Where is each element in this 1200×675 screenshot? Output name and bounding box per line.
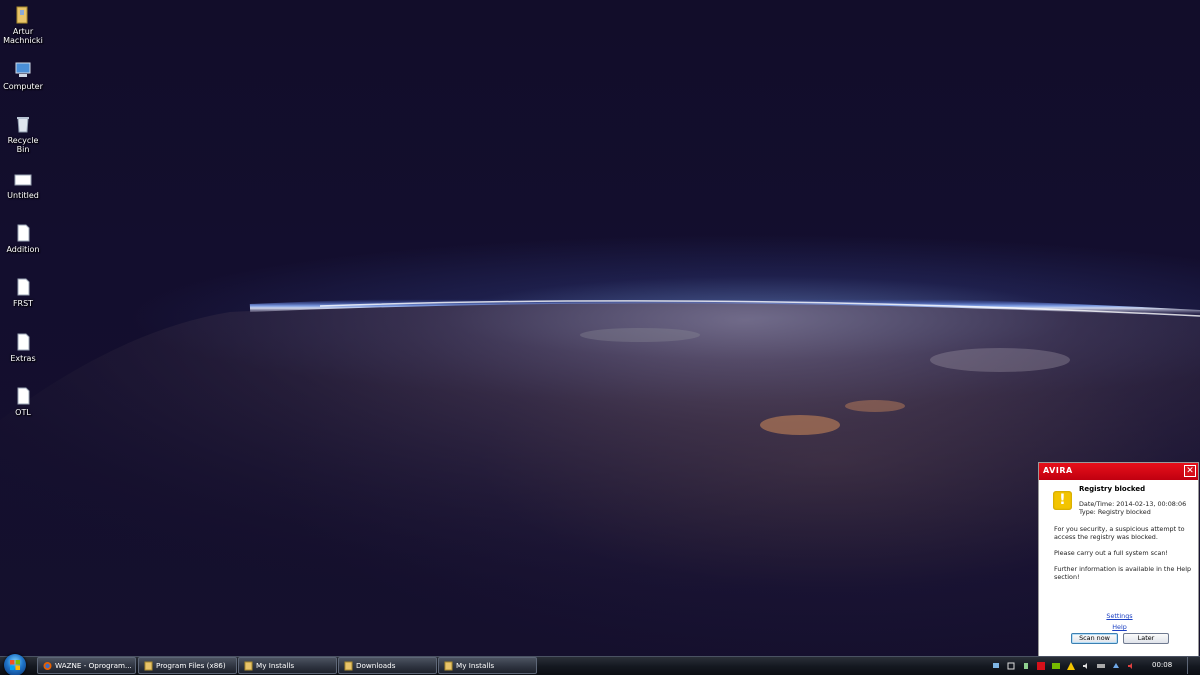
avira-logo: AVIRA	[1043, 466, 1073, 475]
notification-message: For you security, a suspicious attempt t…	[1054, 525, 1185, 541]
taskbar-item-my-installs-2[interactable]: My Installs	[438, 657, 537, 674]
clock[interactable]: 00:08	[1152, 661, 1172, 669]
desktop-icon-extras[interactable]: Extras	[0, 332, 46, 363]
show-desktop-button[interactable]	[1187, 657, 1200, 674]
mute-icon[interactable]	[1127, 662, 1135, 670]
text-file-icon	[17, 333, 30, 351]
action-center-icon[interactable]	[1007, 662, 1015, 670]
folder-icon	[244, 661, 253, 671]
desktop-icon-frst[interactable]: FRST	[0, 277, 46, 308]
volume-icon[interactable]	[1082, 662, 1090, 670]
windows-logo-icon	[10, 660, 20, 670]
desktop-icon-label: FRST	[12, 299, 34, 308]
desktop-icon-otl[interactable]: OTL	[0, 386, 46, 417]
text-file-icon	[17, 278, 30, 296]
notification-title: Registry blocked	[1079, 485, 1146, 493]
desktop-icon-computer[interactable]: Computer	[0, 60, 46, 91]
close-icon[interactable]: ✕	[1184, 465, 1196, 477]
network-icon[interactable]	[992, 662, 1000, 670]
notification-datetime: Date/Time: 2014-02-13, 00:08:06	[1079, 500, 1187, 508]
user-folder-icon	[16, 6, 28, 24]
text-file-icon	[17, 224, 30, 242]
notification-meta: Date/Time: 2014-02-13, 00:08:06 Type: Re…	[1079, 500, 1186, 516]
notification-help-text: Further information is available in the …	[1054, 565, 1192, 581]
later-button[interactable]: Later	[1123, 633, 1169, 644]
taskbar-item-label: My Installs	[256, 661, 295, 670]
firefox-icon	[43, 662, 52, 670]
earth-horizon-image	[0, 295, 1200, 675]
scan-now-button[interactable]: Scan now	[1071, 633, 1118, 644]
recycle-bin-icon	[17, 117, 29, 133]
taskbar-item-firefox[interactable]: WAZNE - Oprogram...	[37, 657, 136, 674]
language-icon[interactable]	[1097, 662, 1105, 670]
folder-icon	[344, 661, 353, 671]
avira-tray-icon[interactable]	[1037, 662, 1045, 670]
warning-tray-icon[interactable]	[1067, 662, 1075, 670]
taskbar-item-downloads[interactable]: Downloads	[338, 657, 437, 674]
nvidia-icon[interactable]	[1052, 662, 1060, 670]
folder-icon	[444, 661, 453, 671]
computer-icon	[15, 62, 31, 77]
notification-type: Type: Registry blocked	[1079, 508, 1151, 516]
taskbar-item-my-installs[interactable]: My Installs	[238, 657, 337, 674]
taskbar-item-label: Downloads	[356, 661, 396, 670]
taskbar-item-label: WAZNE - Oprogram...	[55, 661, 132, 670]
avira-header: AVIRA ✕	[1039, 463, 1198, 480]
help-link[interactable]: Help	[1039, 623, 1200, 631]
desktop-icon-label: Artur Machnicki	[3, 27, 43, 45]
taskbar-item-label: Program Files (x86)	[156, 661, 226, 670]
desktop-icon-label: OTL	[15, 408, 31, 417]
desktop-icon-label: Computer	[3, 82, 43, 91]
desktop-icon-recycle-bin[interactable]: Recycle Bin	[0, 114, 46, 154]
desktop-icon-label: Untitled	[7, 191, 39, 200]
device-icon[interactable]	[1022, 662, 1030, 670]
desktop-icon-label: Extras	[10, 354, 36, 363]
desktop-icon-untitled[interactable]: Untitled	[0, 169, 46, 200]
settings-link[interactable]: Settings	[1039, 612, 1200, 620]
avira-notification: AVIRA ✕ ! Registry blocked Date/Time: 20…	[1038, 462, 1199, 657]
warning-icon: !	[1053, 491, 1072, 510]
desktop-icon-addition[interactable]: Addition	[0, 223, 46, 254]
taskbar-item-label: My Installs	[456, 661, 495, 670]
image-file-icon	[14, 174, 32, 186]
desktop-icon-user-folder[interactable]: Artur Machnicki	[0, 5, 46, 45]
text-file-icon	[17, 387, 30, 405]
notification-instruction: Please carry out a full system scan!	[1054, 549, 1168, 557]
folder-icon	[144, 661, 153, 671]
desktop-icon-label: Addition	[6, 245, 40, 254]
desktop-icon-label: Recycle Bin	[7, 136, 39, 154]
start-button[interactable]	[4, 654, 26, 675]
taskbar-item-program-files[interactable]: Program Files (x86)	[138, 657, 237, 674]
update-icon[interactable]	[1112, 662, 1120, 670]
